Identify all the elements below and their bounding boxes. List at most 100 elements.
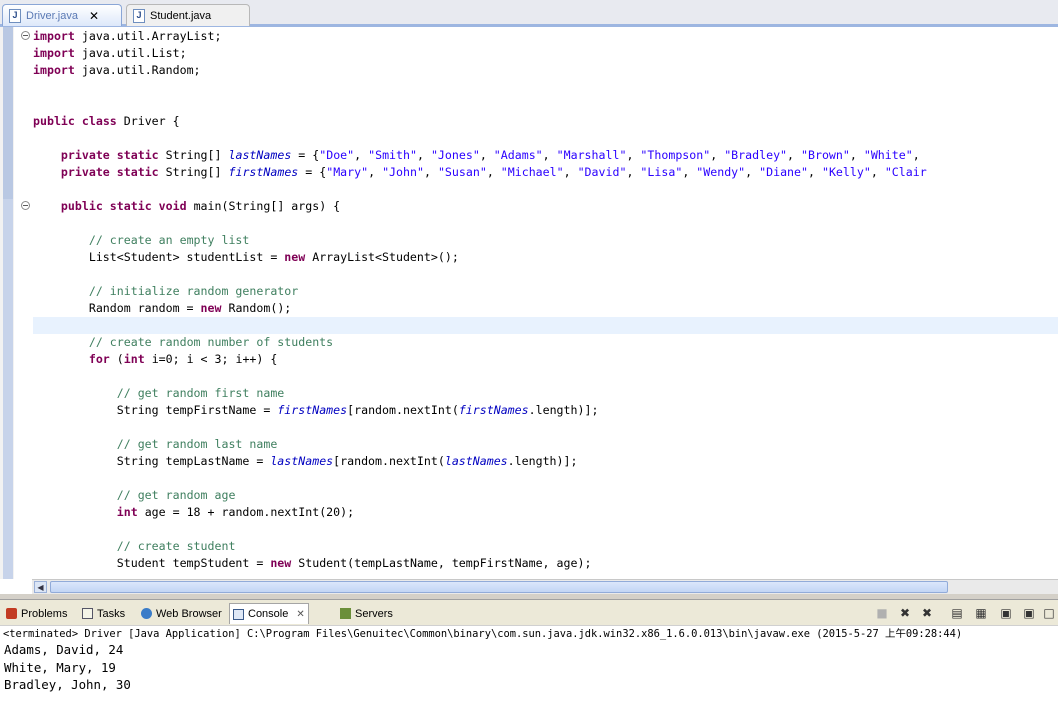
code-token: , — [626, 165, 641, 179]
console-output[interactable]: Adams, David, 24 White, Mary, 19 Bradley… — [0, 641, 1058, 702]
code-line[interactable]: int age = 18 + random.nextInt(20); — [33, 504, 1058, 521]
tab-servers[interactable]: Servers — [337, 603, 396, 624]
code-token: java.util.List; — [74, 46, 187, 60]
code-line[interactable]: List<Student> studentList = new ArrayLis… — [33, 249, 1058, 266]
code-line[interactable] — [33, 266, 1058, 283]
close-icon[interactable]: ✕ — [89, 9, 99, 23]
code-line[interactable] — [33, 181, 1058, 198]
code-token: "Smith" — [368, 148, 417, 162]
tab-label: Driver.java — [26, 9, 78, 22]
pin-console-icon[interactable]: ▣ — [997, 604, 1015, 622]
scroll-left-icon[interactable]: ◀ — [34, 581, 47, 593]
code-token: , — [563, 165, 578, 179]
tab-student-java[interactable]: J Student.java — [126, 4, 250, 26]
code-line[interactable]: String tempFirstName = firstNames[random… — [33, 402, 1058, 419]
code-line[interactable]: public static void main(String[] args) { — [33, 198, 1058, 215]
code-line[interactable]: import java.util.List; — [33, 45, 1058, 62]
code-line[interactable] — [33, 419, 1058, 436]
code-line[interactable] — [33, 215, 1058, 232]
code-token: "Adams" — [493, 148, 543, 162]
code-token: import — [33, 29, 75, 43]
code-token: for — [88, 352, 110, 366]
code-line[interactable]: // initialize random generator — [33, 283, 1058, 300]
code-token: "Susan" — [437, 165, 487, 179]
maximize-icon[interactable]: □ — [1040, 604, 1058, 622]
scroll-lock-icon[interactable]: ▦ — [972, 604, 990, 622]
code-line[interactable]: // create student — [33, 538, 1058, 555]
code-token: "Bradley" — [724, 148, 788, 162]
code-line[interactable] — [33, 368, 1058, 385]
terminate-icon[interactable]: ■ — [873, 604, 891, 622]
editor-tab-bar: J Driver.java ✕ J Student.java — [0, 0, 1058, 27]
clear-console-icon[interactable]: ▤ — [948, 604, 966, 622]
tab-console[interactable]: Console ✕ — [229, 603, 309, 624]
tab-label: Servers — [355, 607, 393, 620]
code-token: void — [158, 199, 187, 213]
tab-problems[interactable]: Problems — [3, 603, 70, 624]
code-token: "Clair — [884, 165, 927, 179]
java-file-icon: J — [9, 8, 21, 23]
remove-launch-icon[interactable]: ✖ — [896, 604, 914, 622]
code-token: ArrayList<Student>(); — [305, 250, 459, 264]
code-token: static — [116, 148, 159, 162]
scrollbar-thumb[interactable] — [50, 581, 948, 593]
code-token: , — [542, 148, 557, 162]
code-line[interactable] — [33, 96, 1058, 113]
code-token: , — [486, 165, 501, 179]
code-token: firstNames — [277, 403, 348, 417]
tab-tasks[interactable]: Tasks — [79, 603, 128, 624]
code-line[interactable] — [33, 79, 1058, 96]
tab-label: Web Browser — [156, 607, 222, 620]
code-token: static — [116, 165, 159, 179]
code-line[interactable]: // get random last name — [33, 436, 1058, 453]
code-token: , — [354, 148, 369, 162]
code-token: , — [787, 148, 801, 162]
code-token: , — [870, 165, 885, 179]
code-line[interactable]: import java.util.ArrayList; — [33, 28, 1058, 45]
remove-all-launches-icon[interactable]: ✖ — [918, 604, 936, 622]
tasks-icon — [82, 608, 93, 619]
code-line[interactable]: // create an empty list — [33, 232, 1058, 249]
code-token: String[] — [158, 148, 229, 162]
code-line[interactable] — [33, 470, 1058, 487]
code-token: = { — [298, 165, 327, 179]
code-line[interactable]: private static String[] lastNames = {"Do… — [33, 147, 1058, 164]
code-line[interactable] — [33, 130, 1058, 147]
code-line[interactable]: Random random = new Random(); — [33, 300, 1058, 317]
code-token: , — [808, 165, 822, 179]
code-line[interactable]: for (int i=0; i < 3; i++) { — [33, 351, 1058, 368]
quick-diff-bar — [3, 199, 13, 579]
fold-collapse-icon[interactable] — [21, 201, 30, 210]
tab-web-browser[interactable]: Web Browser — [138, 603, 225, 624]
display-console-icon[interactable]: ▣ — [1020, 604, 1038, 622]
quick-diff-bar — [3, 27, 13, 199]
code-token: .length)]; — [528, 403, 599, 417]
tab-driver-java[interactable]: J Driver.java ✕ — [2, 4, 122, 26]
code-editor[interactable]: import java.util.ArrayList; import java.u… — [0, 27, 1058, 594]
code-token: "Michael" — [500, 165, 564, 179]
horizontal-scrollbar[interactable]: ◀ — [32, 579, 1058, 594]
code-token: // get random last name — [116, 437, 278, 451]
code-line[interactable]: import java.util.Random; — [33, 62, 1058, 79]
code-line[interactable]: public class Driver { — [33, 113, 1058, 130]
code-line[interactable]: Student tempStudent = new Student(tempLa… — [33, 555, 1058, 572]
code-line[interactable] — [33, 317, 1058, 334]
console-tab-bar: Problems Tasks Web Browser Console ✕ Ser… — [0, 599, 1058, 625]
code-line[interactable]: // get random age — [33, 487, 1058, 504]
tab-label: Tasks — [97, 607, 126, 620]
code-token: , — [912, 148, 920, 162]
code-line[interactable]: private static String[] firstNames = {"M… — [33, 164, 1058, 181]
close-icon[interactable]: ✕ — [296, 609, 304, 620]
code-line[interactable] — [33, 521, 1058, 538]
code-line[interactable]: // get random first name — [33, 385, 1058, 402]
code-token: import — [33, 46, 75, 60]
code-token: Student tempStudent = — [33, 556, 271, 570]
code-token: = { — [291, 148, 320, 162]
code-token: , — [416, 148, 431, 162]
fold-collapse-icon[interactable] — [21, 31, 30, 40]
code-token: age = 18 + random.nextInt(20); — [137, 505, 355, 519]
code-text[interactable]: import java.util.ArrayList; import java.u… — [33, 28, 1058, 572]
code-token: new — [270, 556, 292, 570]
code-line[interactable]: String tempLastName = lastNames[random.n… — [33, 453, 1058, 470]
code-line[interactable]: // create random number of students — [33, 334, 1058, 351]
